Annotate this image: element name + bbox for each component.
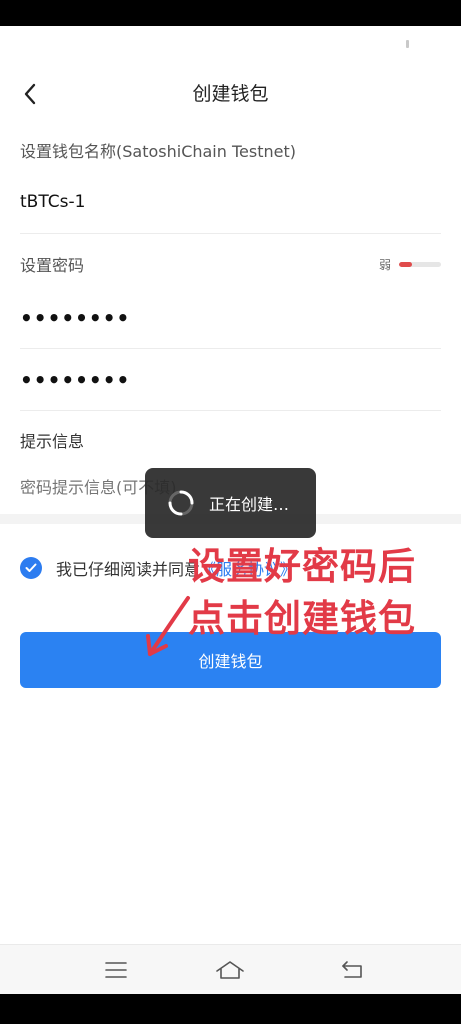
back-button[interactable] [14, 78, 46, 110]
phone-screen: 创建钱包 设置钱包名称(SatoshiChain Testnet) 设置密码 弱… [0, 0, 461, 1024]
system-nav-bar [0, 944, 461, 994]
divider [20, 348, 441, 349]
loading-toast: 正在创建… [145, 468, 316, 538]
hint-label: 提示信息 [20, 432, 85, 451]
annotation-line-2: 点击创建钱包 [188, 597, 416, 640]
app-window: 创建钱包 设置钱包名称(SatoshiChain Testnet) 设置密码 弱… [0, 26, 461, 994]
annotation-arrow-icon [146, 596, 190, 656]
page-title: 创建钱包 [192, 83, 269, 105]
wallet-name-input[interactable] [20, 192, 441, 212]
divider [20, 233, 441, 234]
home-icon [216, 961, 244, 979]
nav-menu-button[interactable] [96, 955, 136, 985]
return-icon [342, 961, 362, 978]
nav-back-button[interactable] [332, 955, 372, 985]
status-indicator [406, 40, 409, 48]
password-label: 设置密码 [20, 256, 85, 275]
password-input[interactable]: •••••••• [20, 306, 441, 330]
page-header: 创建钱包 [0, 66, 461, 122]
menu-icon [105, 962, 127, 978]
password-strength-bar [399, 262, 441, 267]
toast-text: 正在创建… [209, 495, 290, 514]
password-label-row: 设置密码 弱 [20, 252, 441, 276]
agreement-checkbox[interactable] [20, 557, 42, 579]
status-bar [0, 26, 461, 66]
password-strength-fill [399, 262, 412, 267]
nav-home-button[interactable] [210, 955, 250, 985]
checkmark-icon [25, 563, 37, 572]
back-arrow-icon [24, 83, 36, 105]
divider [20, 410, 441, 411]
annotation-line-1: 设置好密码后 [188, 545, 416, 588]
wallet-name-row [20, 192, 441, 212]
wallet-name-label: 设置钱包名称(SatoshiChain Testnet) [20, 142, 296, 161]
agreement-text: 我已仔细阅读并同意 [56, 560, 201, 579]
password-strength: 弱 [379, 256, 441, 273]
password-strength-text: 弱 [378, 258, 391, 272]
password-confirm-input[interactable]: •••••••• [20, 368, 441, 392]
loading-spinner-icon [168, 490, 194, 516]
